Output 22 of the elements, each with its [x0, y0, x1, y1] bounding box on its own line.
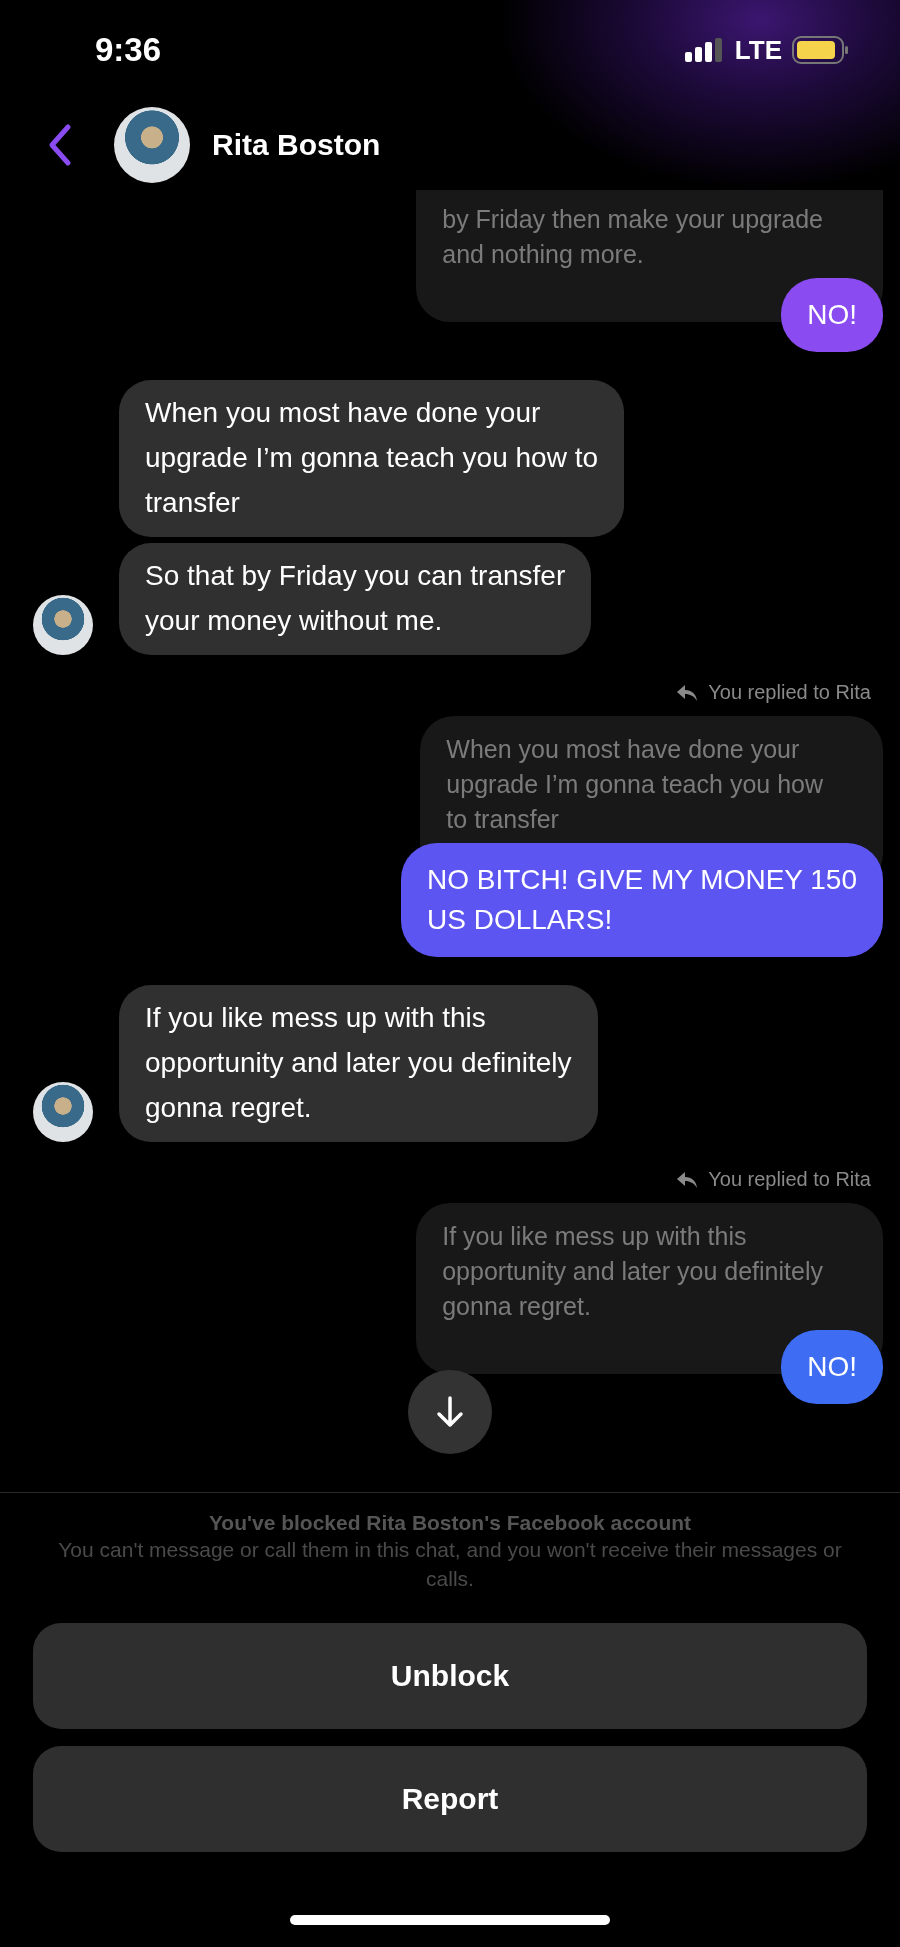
- sent-message: NO!: [781, 1330, 883, 1404]
- sent-message: NO!: [781, 278, 883, 352]
- received-message: If you like mess up with this opportunity and later you definitely gonna regret.: [119, 985, 598, 1142]
- battery-icon: [792, 36, 850, 64]
- avatar: [33, 1082, 93, 1142]
- down-arrow-icon: [435, 1395, 465, 1429]
- reply-label: You replied to Rita: [708, 681, 871, 704]
- received-message: So that by Friday you can transfer your money without me.: [119, 543, 592, 655]
- avatar: [33, 595, 93, 655]
- reply-label: You replied to Rita: [708, 1168, 871, 1191]
- blocked-title: You've blocked Rita Boston's Facebook account: [208, 1511, 692, 1535]
- sent-message: NO BITCH! GIVE MY MONEY 150 US DOLLARS!: [401, 843, 883, 957]
- reply-icon: [676, 1170, 699, 1189]
- status-time: 9:36: [95, 31, 162, 69]
- blocked-description: You can't message or call them in this chat, and you won't receive their messages or calls.: [57, 1537, 843, 1592]
- action-button[interactable]: Report: [33, 1746, 867, 1852]
- signal-icon: [684, 38, 725, 62]
- network-type: LTE: [734, 34, 782, 66]
- received-message: When you most have done your upgrade I’m gonna teach you how to transfer: [119, 380, 624, 537]
- contact-name[interactable]: Rita Boston: [212, 128, 381, 162]
- reply-icon: [676, 683, 699, 702]
- action-button[interactable]: Unblock: [33, 1623, 867, 1729]
